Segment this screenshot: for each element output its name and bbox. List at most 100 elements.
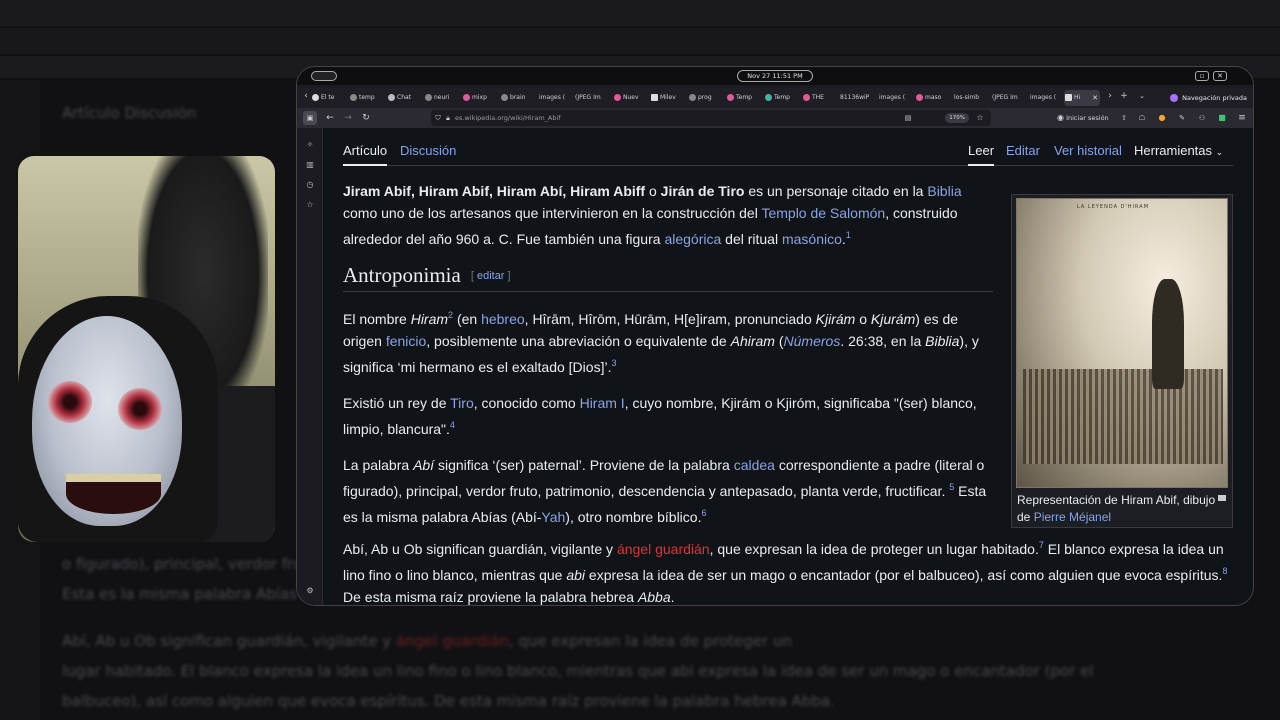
minimize-icon[interactable]: ▫ bbox=[1195, 71, 1209, 81]
tab-favicon-icon bbox=[501, 94, 508, 101]
link-caldea[interactable]: caldea bbox=[734, 457, 775, 473]
tab-favicon-icon bbox=[614, 94, 621, 101]
tools-dropdown[interactable]: Herramientas ⌄ bbox=[1134, 142, 1223, 161]
tab-leer[interactable]: Leer bbox=[968, 142, 995, 166]
url-text[interactable]: es.wikipedia.org/wiki/Hiram_Abif bbox=[455, 110, 561, 126]
tools-icon[interactable]: ✎ bbox=[1175, 111, 1189, 125]
extensions-icon[interactable]: ⇧ bbox=[1117, 111, 1131, 125]
reference-link[interactable]: 8 bbox=[1222, 566, 1227, 576]
page-tabs: Artículo Discusión Leer Editar Ver histo… bbox=[343, 142, 1233, 166]
tab-articulo[interactable]: Artículo bbox=[343, 142, 388, 166]
reference-link[interactable]: 1 bbox=[846, 230, 851, 240]
reference-link[interactable]: 3 bbox=[611, 358, 616, 368]
browser-tab[interactable]: Milev bbox=[650, 90, 678, 106]
lock-icon[interactable]: 🔒︎ bbox=[441, 111, 455, 125]
paragraph-guardian: Abí, Ab u Ob significan guardián, vigila… bbox=[343, 540, 1228, 605]
background-topbar bbox=[0, 0, 1280, 26]
browser-tab[interactable]: Temp bbox=[764, 90, 792, 106]
tab-favicon-icon bbox=[350, 94, 357, 101]
browser-tab-active[interactable]: Hi ✕ bbox=[1064, 90, 1100, 106]
history-icon[interactable]: ◷ bbox=[305, 180, 315, 190]
firefox-icon[interactable]: ● bbox=[1155, 111, 1169, 125]
browser-tab[interactable]: El te bbox=[311, 90, 339, 106]
link-yah[interactable]: Yah bbox=[541, 509, 565, 525]
link-fenicio[interactable]: fenicio bbox=[386, 333, 426, 349]
browser-tab[interactable]: temp bbox=[349, 90, 377, 106]
browser-tab[interactable]: brain bbox=[500, 90, 528, 106]
tab-ver-historial[interactable]: Ver historial bbox=[1054, 142, 1122, 160]
link-biblia[interactable]: Biblia bbox=[927, 183, 961, 199]
bookmarks-icon[interactable]: ☖ bbox=[1135, 111, 1149, 125]
zoom-level[interactable]: 170% bbox=[945, 113, 969, 123]
menu-icon[interactable]: ≡ bbox=[1235, 111, 1249, 125]
tab-editar[interactable]: Editar bbox=[1006, 142, 1040, 160]
browser-tab[interactable]: los-simb bbox=[952, 90, 984, 106]
new-tab-icon[interactable]: + bbox=[1117, 89, 1131, 103]
close-icon[interactable]: ✕ bbox=[1213, 71, 1227, 81]
link-templo[interactable]: Templo de Salomón bbox=[761, 205, 885, 221]
tab-discusion[interactable]: Discusión bbox=[400, 142, 456, 160]
background-text-line: balbuceo), así como alguien que evoca es… bbox=[62, 692, 835, 710]
browser-tab[interactable]: Nuev bbox=[613, 90, 641, 106]
address-bar[interactable]: ⛉ 🔒︎ es.wikipedia.org/wiki/Hiram_Abif ▤ … bbox=[431, 110, 991, 126]
reader-view-icon[interactable]: ▤ bbox=[901, 111, 915, 125]
star-sidebar-icon[interactable]: ☆ bbox=[305, 200, 315, 210]
wikipedia-icon bbox=[651, 94, 658, 101]
browser-tab[interactable]: images ( bbox=[537, 90, 567, 106]
tab-favicon-icon bbox=[312, 94, 319, 101]
clock[interactable]: Nov 27 11:51 PM bbox=[737, 70, 813, 82]
reference-link[interactable]: 6 bbox=[701, 508, 706, 518]
bookmarks-sidebar-icon[interactable]: ▥ bbox=[305, 160, 315, 170]
paragraph-abi: La palabra Abí significa ‘(ser) paternal… bbox=[343, 457, 987, 525]
browser-tab[interactable]: 81136wiP bbox=[832, 90, 872, 106]
back-icon[interactable]: ← bbox=[323, 111, 337, 125]
browser-window: Nov 27 11:51 PM ▫ ✕ ‹ El te temp Chat ne… bbox=[297, 67, 1253, 605]
link-numeros[interactable]: Números bbox=[784, 333, 841, 349]
browser-tab[interactable]: Temp bbox=[726, 90, 754, 106]
link-tiro[interactable]: Tiro bbox=[450, 395, 474, 411]
browser-tab[interactable]: prog bbox=[688, 90, 716, 106]
background-text-line: lugar habitado. El blanco expresa la ide… bbox=[62, 662, 1094, 680]
enlarge-icon[interactable] bbox=[1218, 495, 1226, 501]
forward-icon[interactable]: → bbox=[341, 111, 355, 125]
browser-tab[interactable]: THE bbox=[802, 90, 828, 106]
private-browsing-indicator: Navegación privada bbox=[1170, 90, 1247, 106]
tab-favicon-icon bbox=[463, 94, 470, 101]
link-alegorica[interactable]: alegórica bbox=[664, 231, 721, 247]
reference-link[interactable]: 4 bbox=[450, 420, 455, 430]
browser-tab[interactable]: images ( bbox=[877, 90, 907, 106]
browser-tab[interactable]: images ( bbox=[1028, 90, 1058, 106]
background-tabbar bbox=[0, 28, 1280, 54]
reload-icon[interactable]: ↻ bbox=[359, 111, 373, 125]
browser-tab[interactable]: mixp bbox=[462, 90, 490, 106]
tab-bar: ‹ El te temp Chat neuri mixp brain image… bbox=[297, 88, 1253, 108]
sidebar-settings-icon[interactable]: ⚙ bbox=[305, 586, 315, 596]
link-angel-guardian[interactable]: ángel guardián bbox=[617, 541, 710, 557]
browser-tab[interactable]: (JPEG Im bbox=[573, 90, 603, 106]
tab-favicon-icon bbox=[803, 94, 810, 101]
browser-tab[interactable]: Chat bbox=[387, 90, 415, 106]
browser-tab[interactable]: maso bbox=[915, 90, 943, 106]
link-masonico[interactable]: masónico bbox=[782, 231, 842, 247]
right-eye bbox=[118, 388, 162, 430]
infobox-caption: Representación de Hiram Abif, dibujo de … bbox=[1017, 493, 1216, 524]
sign-in-button[interactable]: ◉ Iniciar sesión bbox=[1057, 108, 1109, 128]
tab-close-icon[interactable]: ✕ bbox=[1092, 90, 1098, 106]
tab-list-chevron-icon[interactable]: ⌄ bbox=[1135, 89, 1149, 103]
ai-chat-icon[interactable]: ✧ bbox=[305, 140, 315, 150]
extension-green-icon[interactable]: ■ bbox=[1215, 111, 1229, 125]
tab-favicon-icon bbox=[727, 94, 734, 101]
activities-pill[interactable] bbox=[311, 71, 337, 81]
engraving-figure bbox=[1152, 279, 1184, 389]
link-hiram-i[interactable]: Hiram I bbox=[580, 395, 625, 411]
hiram-abif-engraving[interactable]: LA LEYENDA D'HIRAM bbox=[1016, 198, 1228, 488]
section-edit-link[interactable]: [ editar ] bbox=[471, 270, 511, 282]
browser-tab[interactable]: (JPEG Im bbox=[990, 90, 1020, 106]
browser-tab[interactable]: neuri bbox=[424, 90, 452, 106]
puzzle-icon[interactable]: ⚇ bbox=[1195, 111, 1209, 125]
link-hebreo[interactable]: hebreo bbox=[481, 311, 525, 327]
sidebar-toggle-icon[interactable]: ▣ bbox=[303, 111, 317, 125]
bookmark-star-icon[interactable]: ☆ bbox=[973, 111, 987, 125]
tab-scroll-right-icon[interactable]: › bbox=[1103, 89, 1117, 103]
link-pierre-mejanel[interactable]: Pierre Méjanel bbox=[1034, 510, 1111, 524]
